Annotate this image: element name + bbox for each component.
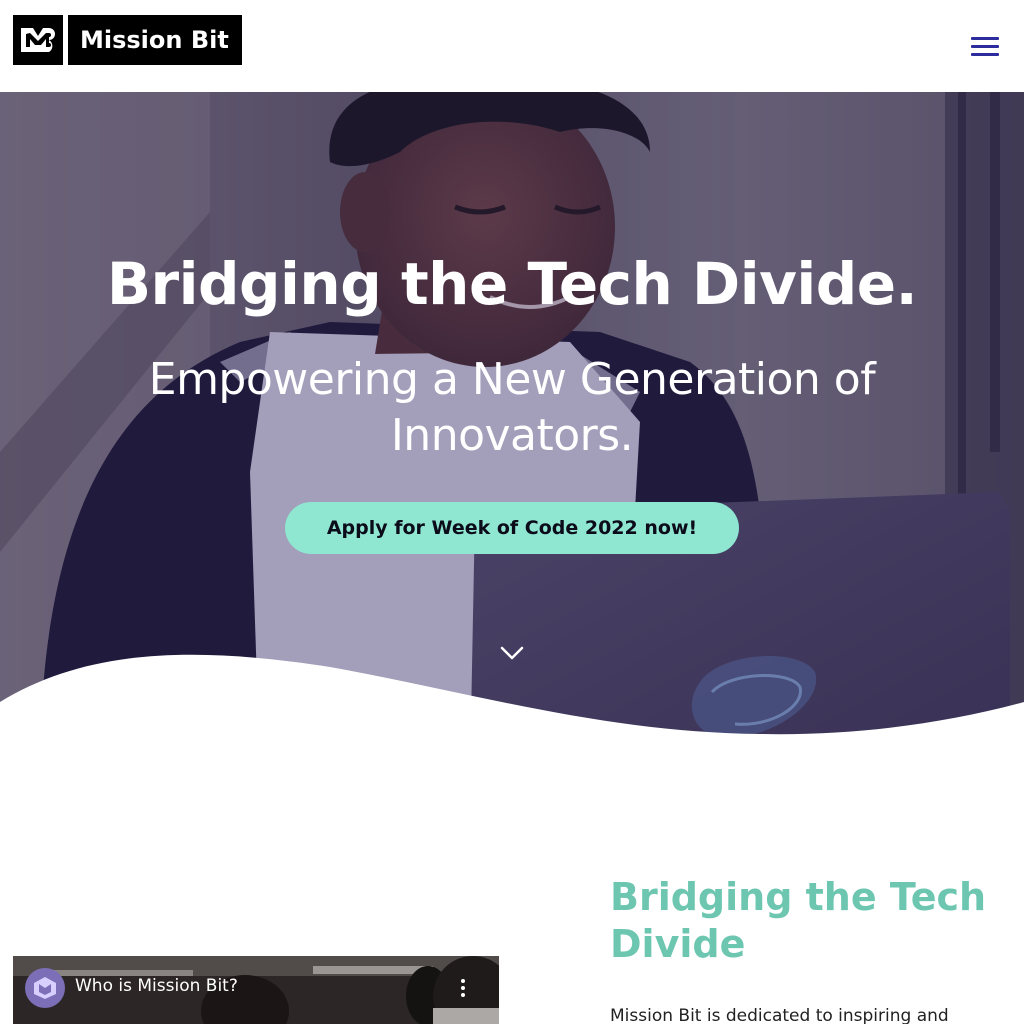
hero-banner: Bridging the Tech Divide. Empowering a N… [0,92,1024,772]
hero-title: Bridging the Tech Divide. [106,250,918,318]
section-title: Bridging the Tech Divide [610,875,987,966]
hero-wave-divider [0,654,1024,772]
hero-subtitle: Empowering a New Generation of Innovator… [148,354,876,461]
section-body-text: Mission Bit is dedicated to inspiring an… [610,1006,949,1024]
site-logo[interactable]: Mission Bit [13,15,242,65]
apply-week-of-code-button[interactable]: Apply for Week of Code 2022 now! [285,502,739,554]
channel-avatar[interactable] [25,968,65,1008]
video-title[interactable]: Who is Mission Bit? [75,976,238,996]
video-embed[interactable]: Who is Mission Bit? [13,956,499,1024]
site-header: Mission Bit [0,0,1024,92]
more-vertical-icon[interactable] [453,976,473,1000]
logo-wordmark: Mission Bit [68,15,242,65]
mb-logo-icon [13,15,63,65]
hamburger-menu-icon[interactable] [966,32,1004,60]
